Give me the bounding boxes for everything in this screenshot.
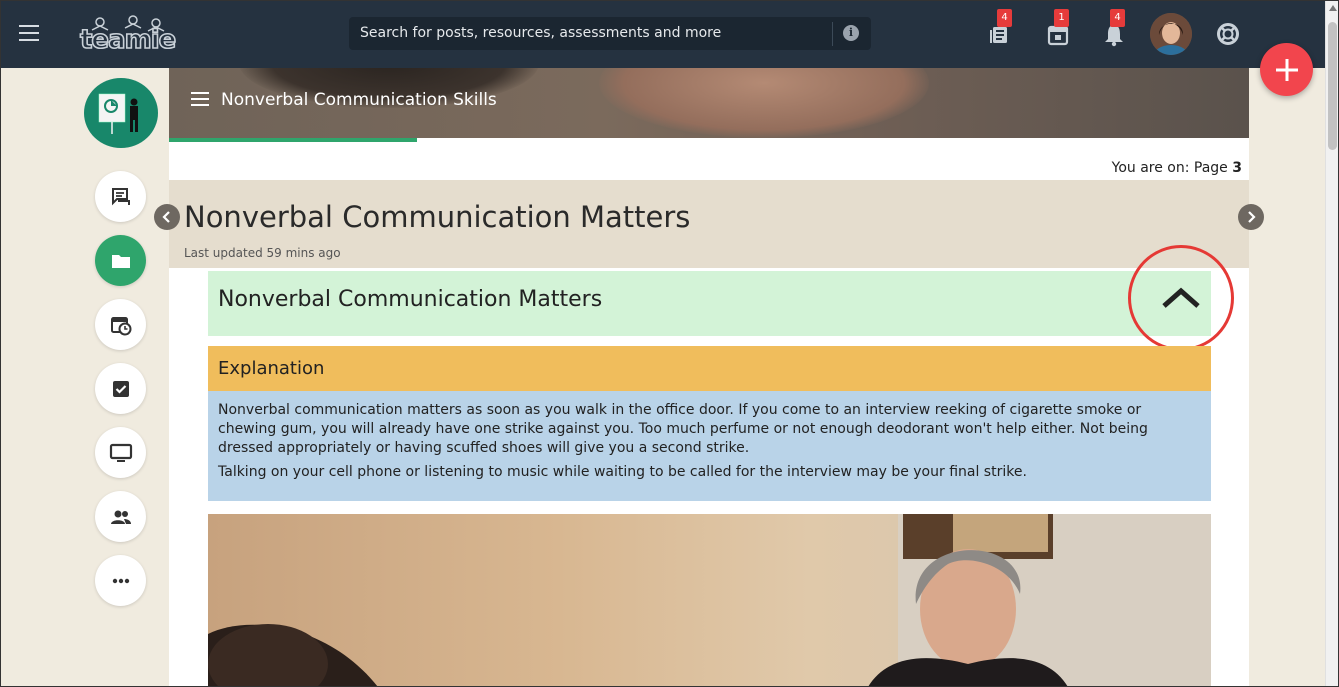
info-icon[interactable]: i bbox=[843, 25, 859, 41]
schedule-icon bbox=[110, 316, 131, 335]
explanation-paragraph-2: Talking on your cell phone or listening … bbox=[218, 464, 1027, 480]
posts-icon[interactable]: 4 bbox=[988, 9, 1014, 47]
chevron-up-icon bbox=[1162, 287, 1200, 308]
previous-page-button[interactable] bbox=[154, 204, 180, 230]
course-title[interactable]: Nonverbal Communication Skills bbox=[221, 90, 497, 110]
page-indicator-label: You are on: Page bbox=[1111, 160, 1228, 176]
chevron-left-icon bbox=[162, 211, 170, 223]
scroll-up-arrow-icon[interactable] bbox=[1329, 5, 1337, 11]
rail-people-button[interactable] bbox=[95, 491, 146, 542]
help-icon[interactable] bbox=[1215, 21, 1241, 47]
collapse-section-button[interactable] bbox=[1128, 245, 1234, 351]
lesson-progress-bar bbox=[169, 138, 418, 142]
search-divider bbox=[832, 22, 833, 46]
interview-photo bbox=[208, 514, 1211, 687]
monitor-icon bbox=[109, 443, 132, 462]
section-title-block: Nonverbal Communication Matters bbox=[208, 271, 1211, 336]
page-indicator: You are on: Page 3 bbox=[1112, 160, 1242, 176]
banner-image-handshake bbox=[599, 68, 929, 138]
search-input[interactable]: Search for posts, resources, assessments… bbox=[360, 25, 721, 41]
calendar-badge: 1 bbox=[1054, 9, 1069, 27]
more-icon bbox=[112, 578, 129, 583]
posts-badge: 4 bbox=[997, 9, 1012, 27]
bell-icon[interactable]: 4 bbox=[1101, 9, 1127, 47]
teamie-logo[interactable]: teamie bbox=[78, 12, 176, 54]
discussion-icon bbox=[111, 187, 130, 205]
next-page-button[interactable] bbox=[1238, 204, 1264, 230]
last-updated: Last updated 59 mins ago bbox=[184, 246, 341, 260]
explanation-body: Nonverbal communication matters as soon … bbox=[208, 391, 1211, 501]
search-bar[interactable]: Search for posts, resources, assessments… bbox=[349, 17, 871, 50]
lesson-menu-icon[interactable] bbox=[191, 92, 209, 106]
rail-folder-button[interactable] bbox=[95, 235, 146, 286]
checkbox-icon bbox=[112, 380, 129, 397]
folder-icon bbox=[111, 254, 130, 268]
user-avatar[interactable] bbox=[1150, 13, 1192, 55]
top-navbar: teamie Search for posts, resources, asse… bbox=[0, 0, 1325, 68]
explanation-paragraph-1: Nonverbal communication matters as soon … bbox=[218, 402, 1148, 456]
explanation-heading: Explanation bbox=[218, 358, 325, 379]
page-header: Nonverbal Communication Matters Last upd… bbox=[169, 180, 1249, 268]
rail-schedule-button[interactable] bbox=[95, 299, 146, 350]
people-icon bbox=[110, 510, 131, 524]
rail-discussion-button[interactable] bbox=[95, 171, 146, 222]
lesson-content: Nonverbal Communication Skills You are o… bbox=[169, 68, 1249, 687]
page-scrollbar[interactable] bbox=[1325, 0, 1339, 687]
chevron-right-icon bbox=[1248, 211, 1256, 223]
rail-tasks-button[interactable] bbox=[95, 363, 146, 414]
course-banner: Nonverbal Communication Skills bbox=[169, 68, 1249, 138]
page-title: Nonverbal Communication Matters bbox=[184, 200, 691, 234]
section-title: Nonverbal Communication Matters bbox=[218, 287, 603, 312]
rail-more-button[interactable] bbox=[95, 555, 146, 606]
notifications-badge: 4 bbox=[1110, 9, 1125, 27]
add-fab-button[interactable] bbox=[1260, 43, 1313, 96]
rail-presentation-button[interactable] bbox=[95, 427, 146, 478]
main-menu-icon[interactable] bbox=[19, 25, 39, 41]
calendar-icon[interactable]: 1 bbox=[1045, 9, 1071, 47]
page-number: 3 bbox=[1232, 160, 1242, 176]
scroll-thumb[interactable] bbox=[1328, 22, 1337, 150]
course-thumbnail[interactable] bbox=[84, 78, 158, 148]
explanation-header: Explanation bbox=[208, 346, 1211, 391]
